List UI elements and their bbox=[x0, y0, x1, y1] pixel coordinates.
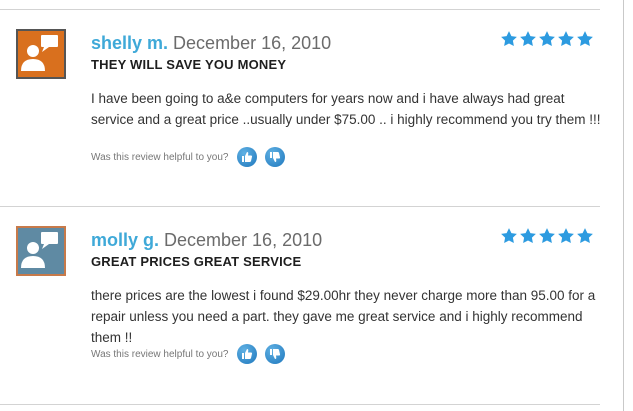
review-body: there prices are the lowest i found $29.… bbox=[91, 288, 596, 345]
reviews-page: shelly m. December 16, 2010 THEY WILL SAV… bbox=[0, 0, 633, 411]
author-name[interactable]: shelly m. bbox=[91, 33, 168, 53]
helpful-row: Was this review helpful to you? bbox=[91, 344, 293, 364]
thumbs-down-button[interactable] bbox=[265, 147, 286, 167]
review-title: GREAT PRICES GREAT SERVICE bbox=[91, 254, 302, 269]
divider bbox=[0, 9, 600, 10]
thumbs-up-icon bbox=[242, 349, 253, 359]
star-icon bbox=[558, 31, 574, 47]
thumbs-up-icon bbox=[242, 152, 253, 162]
review-header: molly g. December 16, 2010 bbox=[91, 229, 322, 251]
helpful-row: Was this review helpful to you? bbox=[91, 147, 293, 167]
review-header: shelly m. December 16, 2010 bbox=[91, 32, 331, 54]
star-icon bbox=[520, 228, 536, 244]
star-icon bbox=[558, 228, 574, 244]
avatar bbox=[16, 226, 66, 276]
thumbs-up-button[interactable] bbox=[237, 344, 258, 364]
thumbs-down-icon bbox=[270, 349, 281, 359]
avatar bbox=[16, 29, 66, 79]
review-body: I have been going to a&e computers for y… bbox=[91, 91, 601, 127]
star-rating bbox=[500, 227, 595, 245]
right-border bbox=[623, 0, 624, 411]
star-rating bbox=[500, 30, 595, 48]
star-icon bbox=[501, 31, 517, 47]
star-icon bbox=[520, 31, 536, 47]
star-icon bbox=[539, 228, 555, 244]
helpful-prompt: Was this review helpful to you? bbox=[91, 348, 229, 360]
divider bbox=[0, 404, 600, 405]
user-speech-bubble-icon bbox=[18, 228, 64, 274]
review-title: THEY WILL SAVE YOU MONEY bbox=[91, 57, 287, 72]
review-date: December 16, 2010 bbox=[164, 230, 323, 250]
helpful-prompt: Was this review helpful to you? bbox=[91, 151, 229, 163]
thumbs-down-icon bbox=[270, 152, 281, 162]
star-icon bbox=[577, 31, 593, 47]
thumbs-down-button[interactable] bbox=[265, 344, 286, 364]
star-icon bbox=[577, 228, 593, 244]
star-icon bbox=[539, 31, 555, 47]
author-name[interactable]: molly g. bbox=[91, 230, 159, 250]
review-date: December 16, 2010 bbox=[173, 33, 332, 53]
divider bbox=[0, 206, 600, 207]
star-icon bbox=[501, 228, 517, 244]
user-speech-bubble-icon bbox=[18, 31, 64, 77]
thumbs-up-button[interactable] bbox=[237, 147, 258, 167]
